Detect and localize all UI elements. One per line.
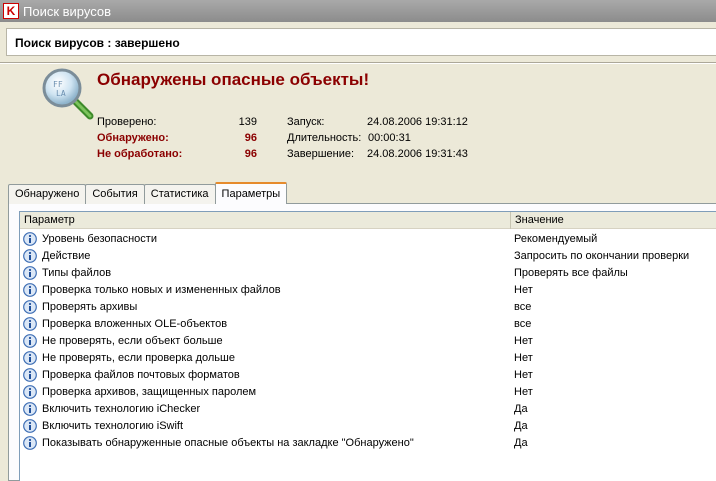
column-header-value[interactable]: Значение (511, 212, 716, 229)
table-row[interactable]: Показывать обнаруженные опасные объекты … (20, 434, 716, 451)
param-name: Не проверять, если объект больше (42, 334, 223, 347)
info-icon (23, 435, 37, 450)
table-row[interactable]: Включить технологию iChecker Да (20, 400, 716, 417)
kaspersky-logo-icon: K (3, 3, 19, 19)
tab-strip: Обнаружено События Статистика Параметры (8, 182, 288, 204)
table-row[interactable]: Действие Запросить по окончании проверки (20, 247, 716, 264)
param-value: Да (514, 436, 528, 449)
tab-events[interactable]: События (85, 184, 145, 204)
info-icon (23, 231, 37, 246)
table-row[interactable]: Уровень безопасности Рекомендуемый (20, 230, 716, 247)
param-name: Показывать обнаруженные опасные объекты … (42, 436, 414, 449)
param-name: Включить технологию iChecker (42, 402, 201, 415)
param-value: все (514, 300, 532, 313)
param-name: Уровень безопасности (42, 232, 157, 245)
tab-detected[interactable]: Обнаружено (8, 184, 87, 204)
info-icon (23, 333, 37, 348)
checked-value: 139 (238, 116, 257, 128)
table-row[interactable]: Типы файлов Проверять все файлы (20, 264, 716, 281)
duration-value: 00:00:31 (368, 132, 411, 144)
status-strip: Поиск вирусов : завершено (0, 22, 716, 62)
unprocessed-value: 96 (244, 148, 257, 160)
list-header: Параметр Значение (20, 212, 716, 229)
param-name: Типы файлов (42, 266, 112, 279)
column-header-parameter[interactable]: Параметр (20, 212, 511, 229)
param-name: Проверка только новых и измененных файло… (42, 283, 281, 296)
info-icon (23, 299, 37, 314)
info-icon (23, 282, 37, 297)
table-row[interactable]: Проверка только новых и измененных файло… (20, 281, 716, 298)
table-row[interactable]: Включить технологию iSwift Да (20, 417, 716, 434)
checked-label: Проверено: (97, 116, 157, 128)
param-value: Нет (514, 385, 533, 398)
tab-statistics[interactable]: Статистика (143, 184, 216, 204)
info-icon (23, 367, 37, 382)
info-icon (23, 316, 37, 331)
param-value: Нет (514, 283, 533, 296)
svg-text:FF: FF (53, 80, 63, 89)
svg-text:LA: LA (56, 89, 66, 98)
end-value: 24.08.2006 19:31:43 (367, 148, 468, 160)
info-icon (23, 265, 37, 280)
param-value: Нет (514, 368, 533, 381)
info-icon (23, 401, 37, 416)
title-bar: K Поиск вирусов (0, 0, 716, 22)
param-name: Проверка файлов почтовых форматов (42, 368, 240, 381)
table-row[interactable]: Проверка вложенных OLE-объектов все (20, 315, 716, 332)
duration-label: Длительность: (287, 132, 362, 144)
result-headline: Обнаружены опасные объекты! (97, 70, 370, 89)
param-name: Проверка архивов, защищенных паролем (42, 385, 257, 398)
detected-label: Обнаружено: (97, 132, 169, 144)
info-icon (23, 384, 37, 399)
divider (0, 62, 716, 64)
param-value: Да (514, 402, 528, 415)
table-row[interactable]: Не проверять, если проверка дольше Нет (20, 349, 716, 366)
param-value: Проверять все файлы (514, 266, 628, 279)
param-value: все (514, 317, 532, 330)
window-title: Поиск вирусов (23, 3, 112, 19)
list-rows: Уровень безопасности Рекомендуемый Действи… (20, 230, 716, 451)
table-row[interactable]: Проверка файлов почтовых форматов Нет (20, 366, 716, 383)
param-value: Нет (514, 334, 533, 347)
param-name: Включить технологию iSwift (42, 419, 184, 432)
magnifier-scan-icon: FF LA (42, 68, 94, 120)
end-label: Завершение: (287, 148, 355, 160)
scan-status: Поиск вирусов : завершено (15, 36, 180, 50)
param-value: Нет (514, 351, 533, 364)
start-value: 24.08.2006 19:31:12 (367, 116, 468, 128)
table-row[interactable]: Не проверять, если объект больше Нет (20, 332, 716, 349)
param-name: Проверять архивы (42, 300, 138, 313)
param-name: Не проверять, если проверка дольше (42, 351, 235, 364)
param-value: Да (514, 419, 528, 432)
param-name: Проверка вложенных OLE-объектов (42, 317, 228, 330)
table-row[interactable]: Проверка архивов, защищенных паролем Нет (20, 383, 716, 400)
start-label: Запуск: (287, 116, 325, 128)
param-value: Запросить по окончании проверки (514, 249, 690, 262)
detected-value: 96 (244, 132, 257, 144)
param-name: Действие (42, 249, 91, 262)
unprocessed-label: Не обработано: (97, 148, 183, 160)
tab-parameters[interactable]: Параметры (214, 182, 288, 204)
param-value: Рекомендуемый (514, 232, 598, 245)
status-box: Поиск вирусов : завершено (6, 28, 716, 56)
info-icon (23, 350, 37, 365)
info-icon (23, 418, 37, 433)
info-icon (23, 248, 37, 263)
table-row[interactable]: Проверять архивы все (20, 298, 716, 315)
parameters-list[interactable]: Параметр Значение Уровень безопасности Ре… (19, 211, 716, 481)
